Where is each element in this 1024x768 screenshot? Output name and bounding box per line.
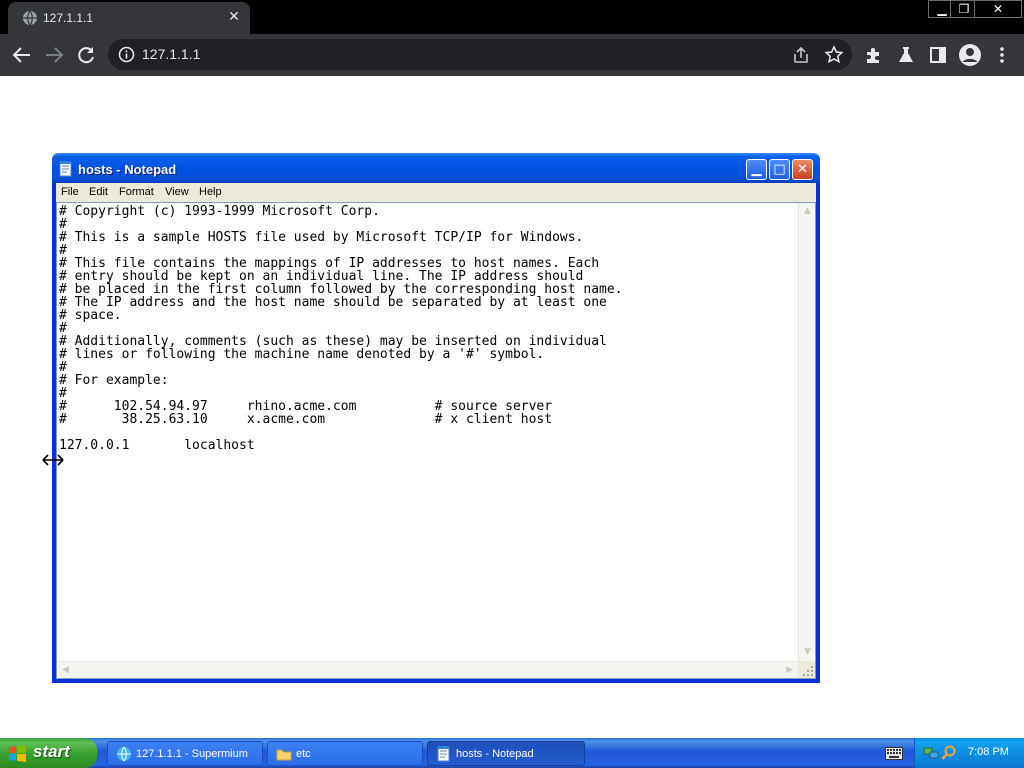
- tab-title: 127.1.1.1: [43, 11, 94, 25]
- menu-kebab-icon[interactable]: [992, 45, 1012, 65]
- horizontal-scrollbar[interactable]: ◀ ▶: [57, 661, 798, 678]
- reload-icon[interactable]: [74, 43, 98, 67]
- network-icon[interactable]: [923, 745, 939, 761]
- back-arrow-icon[interactable]: [10, 43, 34, 67]
- globe-icon: [23, 10, 37, 26]
- url-text: 127.1.1.1: [142, 46, 201, 62]
- bookmark-star-icon[interactable]: [824, 45, 844, 65]
- notepad-window: hosts - Notepad ▁ □ ✕ File Edit Format V…: [52, 153, 820, 683]
- taskbar: start 127.1.1.1 - Supermium etc hosts - …: [0, 738, 1024, 768]
- menu-view[interactable]: View: [165, 186, 189, 198]
- browser-icon: [117, 746, 131, 762]
- start-button[interactable]: start: [0, 738, 97, 768]
- taskbar-item-label: 127.1.1.1 - Supermium: [136, 748, 248, 760]
- folder-icon: [276, 749, 292, 761]
- taskbar-item-etc[interactable]: etc: [267, 741, 423, 766]
- menu-help[interactable]: Help: [199, 186, 222, 198]
- resize-cursor-icon: [42, 454, 64, 466]
- menu-format[interactable]: Format: [119, 186, 154, 198]
- tab-close-icon[interactable]: ✕: [226, 9, 242, 25]
- browser-tab[interactable]: 127.1.1.1 ✕: [8, 2, 250, 34]
- scroll-down-arrow-icon[interactable]: ▼: [799, 644, 816, 661]
- notepad-icon: [437, 746, 450, 762]
- browser-tab-strip: 127.1.1.1 ✕ ▁ ❐ ✕: [0, 0, 1024, 34]
- taskbar-item-label: hosts - Notepad: [456, 748, 534, 760]
- start-label: start: [33, 742, 70, 761]
- notepad-edit-area[interactable]: # Copyright (c) 1993-1999 Microsoft Corp…: [56, 202, 816, 679]
- menu-file[interactable]: File: [61, 186, 79, 198]
- notepad-icon: [59, 161, 72, 177]
- clock[interactable]: 7:08 PM: [968, 746, 1009, 758]
- hosts-file-text[interactable]: # Copyright (c) 1993-1999 Microsoft Corp…: [59, 205, 797, 660]
- taskbar-item-notepad[interactable]: hosts - Notepad: [427, 741, 585, 766]
- notepad-title-bar[interactable]: hosts - Notepad ▁ □ ✕: [52, 153, 820, 183]
- taskbar-item-label: etc: [296, 748, 311, 760]
- profile-avatar-icon[interactable]: [958, 43, 982, 67]
- labs-flask-icon[interactable]: [896, 45, 916, 65]
- extensions-puzzle-icon[interactable]: [864, 45, 884, 65]
- keyboard-icon[interactable]: [885, 747, 903, 760]
- system-tray: 7:08 PM: [914, 738, 1024, 768]
- notepad-minimize-button[interactable]: ▁: [746, 159, 767, 180]
- browser-toolbar: 127.1.1.1: [0, 34, 1024, 76]
- notepad-title: hosts - Notepad: [78, 162, 177, 177]
- windows-logo-icon: [9, 745, 26, 762]
- scroll-left-arrow-icon[interactable]: ◀: [57, 662, 74, 679]
- notepad-close-button[interactable]: ✕: [792, 159, 813, 180]
- scroll-up-arrow-icon[interactable]: ▲: [799, 203, 816, 220]
- menu-edit[interactable]: Edit: [89, 186, 108, 198]
- search-magnifier-icon[interactable]: [941, 745, 957, 761]
- notepad-menu-bar: File Edit Format View Help: [56, 183, 816, 202]
- notepad-maximize-button[interactable]: □: [769, 159, 790, 180]
- address-bar[interactable]: 127.1.1.1: [108, 39, 852, 70]
- side-panel-icon[interactable]: [928, 45, 948, 65]
- site-info-icon[interactable]: [118, 46, 135, 63]
- share-icon[interactable]: [791, 45, 811, 65]
- forward-arrow-icon[interactable]: [42, 43, 66, 67]
- vertical-scrollbar[interactable]: ▲ ▼: [798, 203, 815, 661]
- taskbar-item-supermium[interactable]: 127.1.1.1 - Supermium: [107, 741, 263, 766]
- scroll-right-arrow-icon[interactable]: ▶: [781, 662, 798, 679]
- resize-grip-icon[interactable]: [798, 661, 815, 678]
- window-close-button[interactable]: ✕: [974, 0, 1022, 18]
